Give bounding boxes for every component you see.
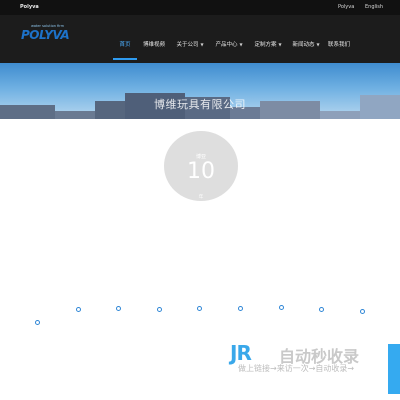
banner-building bbox=[260, 101, 320, 119]
banner-title: 博维玩具有限公司 bbox=[154, 98, 246, 111]
nav-item-label: 产品中心 bbox=[215, 42, 238, 48]
hero-banner: 博维玩具有限公司 bbox=[0, 63, 400, 119]
topbar-link-polyva[interactable]: Polyva bbox=[338, 4, 354, 10]
chevron-down-icon: ▼ bbox=[316, 42, 320, 47]
side-accent-bar bbox=[388, 344, 400, 394]
timeline-dot[interactable] bbox=[319, 307, 324, 312]
timeline-dot[interactable] bbox=[116, 306, 121, 311]
counter-unit: 年 bbox=[198, 195, 204, 200]
banner-building bbox=[0, 105, 55, 119]
watermark-subtext: 做上链接→来访一次→自动收录→ bbox=[238, 364, 355, 373]
nav-item-contact[interactable]: 联系我们 bbox=[326, 30, 352, 60]
nav-item-label: 新闻动态 bbox=[292, 42, 315, 48]
watermark-logo: JR bbox=[230, 341, 252, 365]
chevron-down-icon: ▼ bbox=[278, 42, 282, 47]
nav-item-news[interactable]: 新闻动态 ▼ bbox=[289, 30, 323, 60]
nav-item-label: 定制方案 bbox=[254, 42, 277, 48]
nav-item-videos[interactable]: 博维视频 bbox=[139, 30, 169, 60]
banner-building bbox=[360, 95, 400, 119]
counter-value: 10 bbox=[187, 159, 215, 184]
chevron-down-icon: ▼ bbox=[200, 42, 204, 47]
timeline-dot[interactable] bbox=[157, 307, 162, 312]
timeline-dot[interactable] bbox=[76, 307, 81, 312]
nav-active-underline bbox=[113, 58, 137, 60]
timeline-dot[interactable] bbox=[279, 305, 284, 310]
nav-item-about[interactable]: 关于公司 ▼ bbox=[173, 30, 207, 60]
nav-item-label: 联系我们 bbox=[327, 42, 350, 48]
nav-item-label: 博维视频 bbox=[142, 42, 165, 48]
logo-wordmark: POLYVA bbox=[21, 28, 70, 42]
nav-item-products[interactable]: 产品中心 ▼ bbox=[212, 30, 246, 60]
nav-item-home[interactable]: 首页 bbox=[113, 30, 137, 60]
topbar-brand: Polyva bbox=[20, 4, 39, 10]
main-header: water solution firm POLYVA 首页 博维视频 关于公司 ▼… bbox=[0, 15, 400, 72]
nav-item-label: 关于公司 bbox=[176, 42, 199, 48]
years-counter: 博亚 10 年 bbox=[164, 131, 238, 201]
banner-building bbox=[320, 111, 360, 119]
topbar-link-english[interactable]: English bbox=[365, 4, 383, 10]
timeline-dot[interactable] bbox=[360, 309, 365, 314]
banner-building bbox=[95, 101, 125, 119]
site-logo[interactable]: water solution firm POLYVA bbox=[21, 21, 70, 49]
nav-item-custom[interactable]: 定制方案 ▼ bbox=[251, 30, 285, 60]
nav-item-label: 首页 bbox=[119, 42, 131, 48]
chevron-down-icon: ▼ bbox=[239, 42, 243, 47]
timeline-dot[interactable] bbox=[238, 306, 243, 311]
timeline-dot[interactable] bbox=[35, 320, 40, 325]
top-utility-bar: Polyva Polyva English bbox=[0, 0, 400, 15]
banner-building bbox=[55, 111, 95, 119]
timeline-dot[interactable] bbox=[197, 306, 202, 311]
